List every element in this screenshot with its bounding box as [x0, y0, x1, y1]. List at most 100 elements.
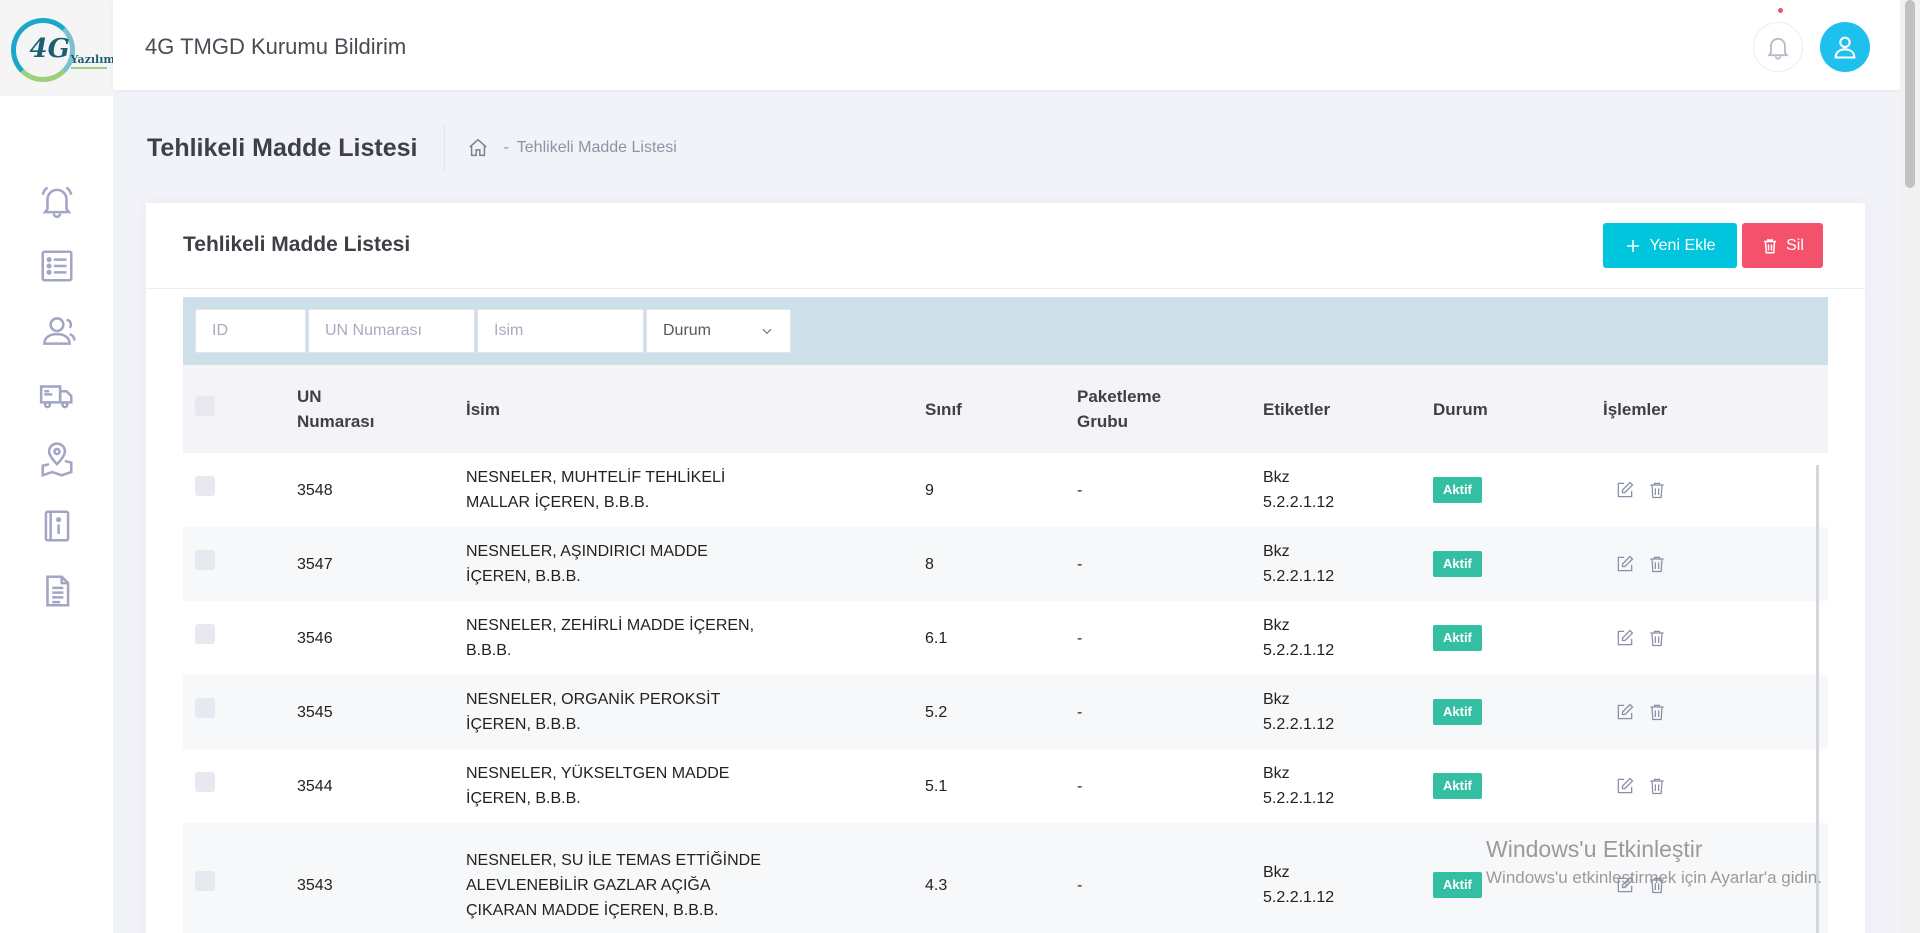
list-icon: [40, 249, 73, 282]
select-all-checkbox[interactable]: [195, 395, 215, 416]
cell-name: NESNELER, SU İLE TEMAS ETTİĞİNDE ALEVLEN…: [466, 851, 761, 919]
column-labels[interactable]: Etiketler: [1263, 397, 1433, 422]
page-scrollbar[interactable]: [1900, 0, 1920, 933]
cell-labels: Bkz 5.2.2.1.12: [1263, 469, 1335, 511]
edit-icon[interactable]: [1615, 776, 1635, 796]
cell-class: 4.3: [925, 876, 948, 894]
cell-packing-group: -: [1077, 629, 1083, 647]
status-badge: Aktif: [1433, 477, 1482, 503]
sidebar-item-documents[interactable]: [0, 558, 113, 623]
trash-icon[interactable]: [1647, 480, 1667, 500]
subheader: Tehlikeli Madde Listesi - Tehlikeli Madd…: [147, 125, 677, 171]
cell-packing-group: -: [1077, 555, 1083, 573]
trash-icon[interactable]: [1647, 776, 1667, 796]
status-badge: Aktif: [1433, 872, 1482, 898]
id-filter-input[interactable]: [195, 309, 306, 353]
user-menu-button[interactable]: [1820, 22, 1870, 72]
trash-icon: [1764, 238, 1777, 253]
watermark-line2: Windows'u etkinleştirmek için Ayarlar'a …: [1486, 868, 1822, 887]
map-pin-icon: [40, 441, 73, 477]
name-filter-input[interactable]: [477, 309, 644, 353]
status-badge: Aktif: [1433, 551, 1482, 577]
bell-icon: [1767, 37, 1789, 60]
cell-labels: Bkz 5.2.2.1.12: [1263, 864, 1335, 906]
cell-packing-group: -: [1077, 481, 1083, 499]
add-new-label: Yeni Ekle: [1649, 236, 1716, 254]
edit-icon[interactable]: [1615, 628, 1635, 648]
page-title: Tehlikeli Madde Listesi: [147, 125, 446, 171]
user-icon: [1834, 36, 1856, 59]
table-row: 3546 NESNELER, ZEHİRLİ MADDE İÇEREN, B.B.…: [183, 601, 1828, 675]
edit-icon[interactable]: [1615, 554, 1635, 574]
column-class[interactable]: Sınıf: [925, 397, 1077, 422]
edit-icon[interactable]: [1615, 480, 1635, 500]
status-badge: Aktif: [1433, 699, 1482, 725]
logo[interactable]: 4G Yazılım: [0, 0, 116, 96]
document-icon: [45, 574, 69, 607]
logo-text: Yazılım: [70, 53, 116, 66]
cell-name: NESNELER, ZEHİRLİ MADDE İÇEREN, B.B.B.: [466, 617, 755, 659]
breadcrumb-current[interactable]: Tehlikeli Madde Listesi: [517, 139, 677, 157]
sidebar-item-list[interactable]: [0, 233, 113, 298]
column-status[interactable]: Durum: [1433, 397, 1603, 422]
table-row: 3544 NESNELER, YÜKSELTGEN MADDE İÇEREN, B…: [183, 749, 1828, 823]
side-nav: [0, 168, 113, 623]
sidebar-item-users[interactable]: [0, 298, 113, 363]
watermark-line1: Windows'u Etkinleştir: [1486, 836, 1703, 862]
status-badge: Aktif: [1433, 625, 1482, 651]
cell-un-number: 3543: [297, 876, 333, 894]
bell-ring-icon: [41, 185, 72, 218]
cell-class: 5.1: [925, 777, 948, 795]
breadcrumb-separator: -: [503, 139, 509, 156]
trash-icon[interactable]: [1647, 702, 1667, 722]
delete-label: Sil: [1786, 236, 1804, 254]
row-checkbox[interactable]: [195, 624, 215, 644]
notification-dot: [1778, 8, 1783, 13]
cell-labels: Bkz 5.2.2.1.12: [1263, 617, 1335, 659]
row-checkbox[interactable]: [195, 476, 215, 496]
delete-button[interactable]: Sil: [1742, 223, 1823, 268]
row-checkbox[interactable]: [195, 698, 215, 718]
truck-icon: [39, 384, 73, 408]
table-header: UN Numarası İsim Sınıf Paketleme Grubu E…: [183, 365, 1828, 453]
cell-class: 5.2: [925, 703, 948, 721]
sidebar: 4G Yazılım: [0, 0, 116, 933]
row-checkbox[interactable]: [195, 772, 215, 792]
sidebar-item-vehicles[interactable]: [0, 363, 113, 428]
table-row: 3548 NESNELER, MUHTELİF TEHLİKELİ MALLAR …: [183, 453, 1828, 527]
column-name[interactable]: İsim: [466, 397, 925, 422]
breadcrumb-home[interactable]: [467, 137, 489, 159]
cell-name: NESNELER, ORGANİK PEROKSİT İÇEREN, B.B.B…: [466, 691, 720, 733]
trash-icon[interactable]: [1647, 554, 1667, 574]
scroll-thumb[interactable]: [1905, 0, 1915, 188]
column-un-number[interactable]: UN Numarası: [297, 384, 466, 434]
info-book-icon: [44, 509, 69, 542]
row-checkbox[interactable]: [195, 550, 215, 570]
filter-bar: Durum: [183, 297, 1828, 365]
cell-class: 9: [925, 481, 934, 499]
portlet-title: Tehlikeli Madde Listesi: [183, 233, 411, 256]
cell-labels: Bkz 5.2.2.1.12: [1263, 765, 1335, 807]
plus-icon: [1627, 239, 1640, 252]
edit-icon[interactable]: [1615, 702, 1635, 722]
un-number-filter-input[interactable]: [308, 309, 475, 353]
cell-labels: Bkz 5.2.2.1.12: [1263, 691, 1335, 733]
app-title: 4G TMGD Kurumu Bildirim: [145, 34, 407, 59]
notifications-button[interactable]: [1753, 22, 1803, 72]
add-new-button[interactable]: Yeni Ekle: [1603, 223, 1737, 268]
sidebar-item-notifications[interactable]: [0, 168, 113, 233]
topbar: 4G TMGD Kurumu Bildirim: [113, 0, 1900, 90]
status-filter-select[interactable]: Durum: [646, 309, 791, 353]
column-packing-group[interactable]: Paketleme Grubu: [1077, 384, 1263, 434]
sidebar-item-locations[interactable]: [0, 428, 113, 493]
cell-name: NESNELER, AŞINDIRICI MADDE İÇEREN, B.B.B…: [466, 543, 708, 585]
windows-activation-watermark: Windows'u Etkinleştir Windows'u etkinleş…: [1486, 836, 1822, 888]
row-checkbox[interactable]: [195, 871, 215, 891]
trash-icon[interactable]: [1647, 628, 1667, 648]
cell-un-number: 3547: [297, 555, 333, 573]
cell-un-number: 3548: [297, 481, 333, 499]
cell-packing-group: -: [1077, 703, 1083, 721]
logo-mark: 4G: [29, 34, 70, 64]
sidebar-item-info[interactable]: [0, 493, 113, 558]
chevron-down-icon: [762, 328, 772, 334]
